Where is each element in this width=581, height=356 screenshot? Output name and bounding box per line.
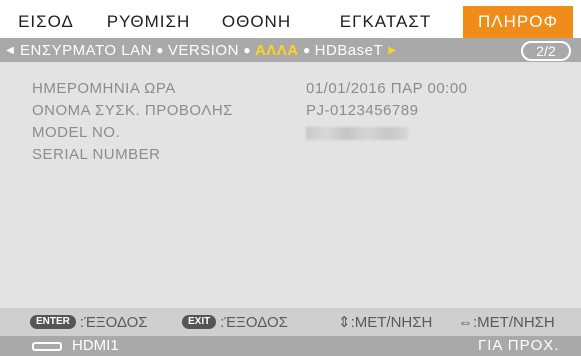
date-time-label: ΗΜΕΡΟΜΗΝΙΑ ΩΡΑ — [32, 80, 176, 97]
info-content-panel: ΗΜΕΡΟΜΗΝΙΑ ΩΡΑ 01/01/2016 ΠΑΡ 00:00 ΟΝΟΜ… — [0, 62, 581, 308]
exit-hint-text: :ΈΞΟΔΟΣ — [220, 313, 288, 331]
sub-tab-bar: ◀ ΕΝΣΥΡΜΑΤΟ LAN ● VERSION ● ΑΛΛΑ ● HDBas… — [0, 38, 581, 62]
tab-installation[interactable]: ΕΓΚΑΤΑΣΤ — [308, 6, 463, 38]
hdmi-connector-icon — [32, 342, 62, 351]
move2-hint: ⇔:ΜΕΤ/ΝΗΣΗ — [458, 314, 555, 331]
subtab-others[interactable]: ΑΛΛΑ — [255, 42, 299, 59]
subtab-version[interactable]: VERSION — [168, 42, 239, 59]
tab-input[interactable]: ΕΙΣΟΔ — [0, 6, 92, 38]
help-label: ΓΙΑ ΠΡΟΧ. — [478, 337, 560, 354]
move-leftright-hint-text: ⇔:ΜΕΤ/ΝΗΣΗ — [458, 313, 555, 331]
projector-name-label: ΟΝΟΜΑ ΣΥΣΚ. ΠΡΟΒΟΛΗΣ — [32, 102, 233, 119]
move-hint: ⇕:ΜΕΤ/ΝΗΣΗ — [338, 313, 432, 331]
left-arrow-icon[interactable]: ◀ — [0, 45, 20, 56]
input-source-label: HDMI1 — [72, 337, 119, 354]
key-hint-bar: ENTER :ΈΞΟΔΟΣ EXIT :ΈΞΟΔΟΣ ⇕:ΜΕΤ/ΝΗΣΗ ⇔:… — [0, 308, 581, 336]
separator-dot-icon: ● — [303, 43, 311, 57]
enter-hint: ENTER :ΈΞΟΔΟΣ — [30, 314, 148, 331]
date-time-value: 01/01/2016 ΠΑΡ 00:00 — [306, 80, 468, 97]
exit-hint: EXIT :ΈΞΟΔΟΣ — [182, 314, 288, 331]
main-tab-bar: ΕΙΣΟΔ ΡΥΘΜΙΣΗ ΟΘΟΝΗ ΕΓΚΑΤΑΣΤ ΠΛΗΡΟΦ — [0, 6, 581, 38]
enter-key-icon: ENTER — [30, 315, 76, 329]
move-updown-hint-text: ⇕:ΜΕΤ/ΝΗΣΗ — [338, 314, 433, 331]
separator-dot-icon: ● — [243, 43, 251, 57]
model-number-label: MODEL NO. — [32, 124, 121, 141]
separator-dot-icon: ● — [156, 43, 164, 57]
tab-display[interactable]: ΟΘΟΝΗ — [205, 6, 308, 38]
status-bar: HDMI1 ΓΙΑ ΠΡΟΧ. — [0, 336, 581, 356]
right-arrow-icon[interactable]: ▶ — [383, 45, 401, 56]
projector-onscreen-menu: ΕΙΣΟΔ ΡΥΘΜΙΣΗ ΟΘΟΝΗ ΕΓΚΑΤΑΣΤ ΠΛΗΡΟΦ ◀ ΕΝ… — [0, 0, 581, 356]
serial-number-label: SERIAL NUMBER — [32, 146, 161, 163]
exit-key-icon: EXIT — [182, 315, 217, 329]
tab-setup[interactable]: ΡΥΘΜΙΣΗ — [92, 6, 205, 38]
projector-name-value: PJ-0123456789 — [306, 102, 419, 119]
tab-info[interactable]: ΠΛΗΡΟΦ — [463, 6, 573, 38]
subtab-hdbaset[interactable]: HDBaseT — [315, 42, 384, 59]
page-indicator: 2/2 — [521, 41, 571, 61]
enter-hint-text: :ΈΞΟΔΟΣ — [79, 313, 148, 331]
model-number-redacted-value — [306, 127, 408, 140]
subtab-wired-lan[interactable]: ΕΝΣΥΡΜΑΤΟ LAN — [20, 42, 152, 59]
